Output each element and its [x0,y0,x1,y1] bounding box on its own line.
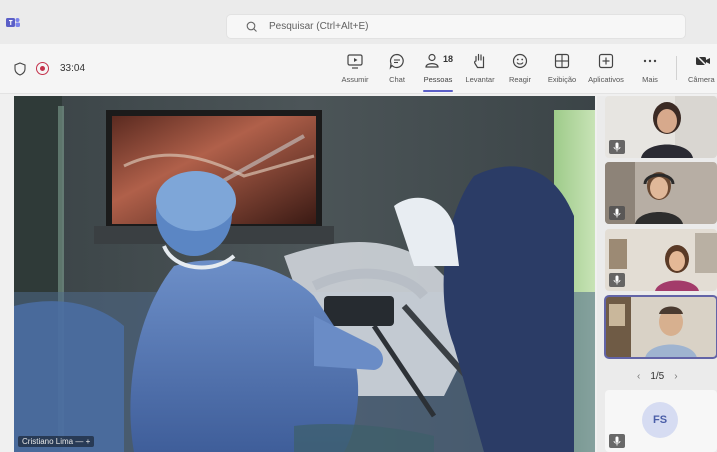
search-placeholder: Pesquisar (Ctrl+Alt+E) [269,21,369,32]
more-label: Mais [642,75,658,84]
chat-button[interactable]: Chat [383,50,411,90]
more-icon [643,59,657,63]
share-button[interactable]: Assumir [340,50,370,90]
view-icon [554,53,570,69]
mic-muted-icon [609,206,625,220]
participants-count: 18 [443,54,454,64]
mic-muted-icon [609,434,625,448]
view-button[interactable]: Exibição [545,50,579,90]
raise-hand-label: Levantar [465,75,495,84]
toolbar-divider [676,56,677,80]
shield-icon [14,62,26,76]
more-button[interactable]: Mais [638,50,662,90]
recording-icon [36,62,49,75]
camera-off-icon [695,54,710,69]
participant-tile-1[interactable] [605,96,717,158]
chat-icon [389,53,404,70]
share-screen-icon [347,54,363,69]
raise-hand-icon [473,53,485,69]
teams-logo-icon [6,18,20,27]
share-button-label: Assumir [341,75,369,84]
search-box[interactable]: Pesquisar (Ctrl+Alt+E) [226,14,686,39]
participant-video-4 [605,296,717,358]
react-button[interactable]: Reagir [505,50,535,90]
presenter-name: Cristiano Lima [22,437,74,446]
participant-tile-3[interactable] [605,229,717,291]
raise-hand-button[interactable]: Levantar [461,50,499,90]
gallery-page-indicator: 1/5 [650,371,665,382]
mic-muted-icon [609,140,625,154]
camera-label: Câmera [688,75,715,84]
react-icon [512,53,528,69]
apps-label: Aplicativos [588,75,624,84]
camera-button[interactable]: Câmera [688,50,717,90]
avatar: FS [642,402,678,438]
next-page-icon[interactable]: › [674,371,677,382]
participant-tile-4[interactable] [604,295,717,359]
chat-button-label: Chat [389,75,405,84]
participant-tile-2[interactable] [605,162,717,224]
react-label: Reagir [508,75,532,84]
participants-gallery: ‹ 1/5 › FS [597,96,717,452]
mic-muted-icon [609,273,625,287]
main-video-stage[interactable]: Cristiano Lima — + [14,96,595,452]
view-label: Exibição [547,75,577,84]
teams-meeting-window: Pesquisar (Ctrl+Alt+E) 33:04 Assumir Cha… [0,0,717,452]
gallery-pager: ‹ 1/5 › [637,371,678,382]
apps-button[interactable]: Aplicativos [585,50,627,90]
prev-page-icon[interactable]: ‹ [637,371,640,382]
apps-icon [598,53,614,69]
presenter-name-tag: Cristiano Lima — + [18,436,95,447]
title-bar: Pesquisar (Ctrl+Alt+E) [0,0,717,44]
people-icon [425,53,439,68]
surgery-video-feed [14,96,595,452]
people-button-label: Pessoas [423,75,453,84]
meeting-toolbar: 33:04 Assumir Chat Pessoas 18 Levantar R… [0,44,717,94]
participant-tile-avatar[interactable]: FS [605,390,717,452]
search-icon [246,21,257,32]
meeting-timer: 33:04 [60,63,86,74]
